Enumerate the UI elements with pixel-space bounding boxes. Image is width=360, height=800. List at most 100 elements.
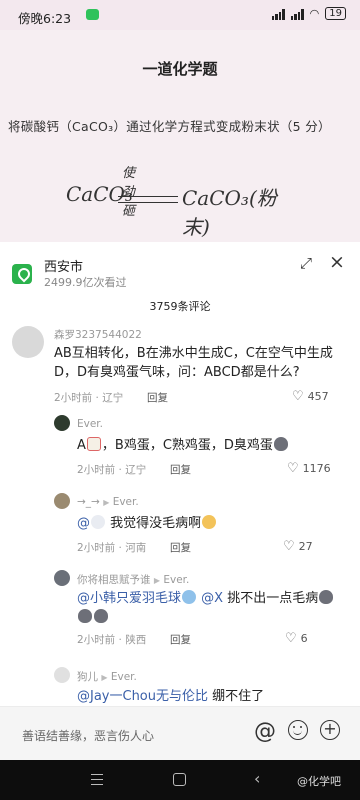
reply-button[interactable]: 回复 — [170, 540, 191, 555]
reply-text: @Jay一Chou无与伦比 绷不住了 — [77, 687, 347, 706]
reply-time: 2小时前 — [77, 634, 116, 646]
question-title: 一道化学题 — [142, 60, 218, 78]
comment-sheet: 西安市 2499.9亿次看过 ⤢ × 3759条评论 森罗3237544022 … — [0, 242, 360, 760]
location-views: 2499.9亿次看过 — [44, 276, 127, 289]
like-button[interactable]: ♡ 27 — [283, 539, 313, 554]
watermark: @化学吧 — [297, 775, 341, 788]
mention-link[interactable]: @Jay一Chou无与伦比 — [77, 689, 208, 704]
reply-username[interactable]: Ever. — [77, 418, 103, 430]
reply-region: 陕西 — [125, 634, 147, 646]
reply-button[interactable]: 回复 — [170, 632, 191, 647]
cat-emoji-icon — [78, 609, 92, 623]
recent-apps-icon[interactable] — [91, 774, 103, 785]
battery-level: 19 — [329, 8, 342, 19]
reply-meta: 2小时前 · 河南 — [77, 542, 147, 554]
like-button[interactable]: ♡ 6 — [285, 631, 308, 646]
reply-text-body: 绷不住了 — [208, 689, 265, 704]
like-count: 1176 — [302, 462, 331, 475]
comment-time: 2小时前 — [54, 392, 93, 404]
reply-to: Ever. — [112, 496, 139, 508]
status-time: 傍晚6:23 — [18, 11, 72, 26]
badminton-emoji-icon — [182, 590, 197, 604]
signal-icon-2 — [290, 8, 304, 20]
reply-username[interactable]: 狗儿 ▶ Ever. — [77, 669, 137, 684]
heart-icon: ♡ — [292, 389, 304, 404]
reply-arrow-icon: ▶ — [101, 673, 108, 682]
avatar[interactable] — [54, 415, 70, 431]
question-text: 将碳酸钙（CaCO₃）通过化学方程式变成粉末状（5 分） — [8, 119, 331, 134]
home-icon[interactable] — [173, 773, 186, 786]
battery-icon: 19 — [325, 7, 346, 20]
comment-input[interactable]: 善语结善缘，恶言伤人心 — [22, 727, 154, 744]
reply-text: @ 我觉得没毛病啊 — [77, 514, 347, 533]
wifi-icon: ◠ — [309, 7, 320, 20]
heart-icon: ♡ — [285, 631, 297, 646]
status-icons: ◠ 19 — [271, 7, 346, 20]
plus-icon[interactable]: + — [320, 720, 340, 740]
heart-icon: ♡ — [283, 539, 295, 554]
reply-meta: 2小时前 · 辽宁 — [77, 464, 147, 476]
mention-link[interactable]: @小韩只爱羽毛球 — [77, 591, 181, 606]
comment-text: AB互相转化，B在沸水中生成C，C在空气中生成D，D有臭鸡蛋气味，问：ABCD都… — [54, 346, 333, 380]
equation-right: CaCO₃(粉末) — [182, 186, 277, 239]
close-icon[interactable]: × — [329, 251, 345, 273]
like-count: 457 — [307, 390, 329, 403]
signal-icon — [271, 8, 285, 20]
reply-username[interactable]: →_→ ▶ Ever. — [77, 496, 139, 508]
avatar[interactable] — [54, 667, 70, 683]
like-button[interactable]: ♡ 1176 — [287, 461, 331, 476]
mention-at-icon[interactable]: @ — [254, 719, 276, 744]
reply-text-body: 我觉得没毛病啊 — [106, 516, 202, 531]
comment-input-bar: 善语结善缘，恶言伤人心 @ + — [0, 706, 360, 760]
back-icon[interactable]: ‹ — [254, 769, 260, 788]
reply-text: A ，B鸡蛋，C熟鸡蛋，D臭鸡蛋 — [77, 436, 347, 455]
mention-link[interactable]: @X — [201, 591, 223, 606]
reply-time: 2小时前 — [77, 542, 116, 554]
reply-text-a: A — [77, 438, 86, 453]
reply-button[interactable]: 回复 — [147, 390, 168, 405]
reply-button[interactable]: 回复 — [170, 462, 191, 477]
expand-icon[interactable]: ⤢ — [300, 254, 312, 272]
location-name[interactable]: 西安市 — [44, 256, 83, 275]
reply-time: 2小时前 — [77, 464, 116, 476]
screen: 傍晚6:23 ◠ 19 一道化学题 将碳酸钙（CaCO₃）通过化学方程式变成粉末… — [0, 0, 360, 800]
equation-equals-sign — [118, 196, 178, 203]
reply-text-body: 挑不出一点毛病 — [223, 591, 319, 606]
reply-from: 你将相思赋予谁 — [77, 574, 151, 586]
comment-region: 辽宁 — [102, 392, 124, 404]
like-button[interactable]: ♡ 457 — [292, 389, 329, 404]
video-area[interactable]: 一道化学题 将碳酸钙（CaCO₃）通过化学方程式变成粉末状（5 分） CaCO₃… — [0, 30, 360, 242]
comment-count: 3759条评论 — [149, 300, 211, 313]
comment-meta: 2小时前 · 辽宁 — [54, 392, 124, 404]
navigation-bar: ‹ @化学吧 — [0, 760, 360, 800]
reply-arrow-icon: ▶ — [103, 498, 110, 507]
reply-region: 河南 — [125, 542, 147, 554]
cat-emoji-icon — [273, 437, 288, 451]
emoji-icon[interactable] — [288, 720, 308, 740]
chicken-emoji-icon — [86, 437, 101, 451]
avatar[interactable] — [12, 326, 44, 358]
mention-link[interactable]: @ — [77, 516, 90, 531]
avatar[interactable] — [54, 493, 70, 509]
status-bar: 傍晚6:23 ◠ 19 — [0, 0, 360, 30]
reply-region: 辽宁 — [125, 464, 147, 476]
cat-emoji-icon — [94, 609, 108, 623]
reply-to: Ever. — [110, 671, 137, 683]
reply-from: →_→ — [77, 496, 100, 508]
avatar[interactable] — [54, 570, 70, 586]
equation-condition: 使劲砸 — [122, 166, 136, 219]
like-count: 6 — [300, 632, 308, 645]
crying-emoji-icon — [202, 515, 217, 529]
reply-text: @小韩只爱羽毛球 @X 挑不出一点毛病 — [77, 589, 347, 627]
reply-arrow-icon: ▶ — [153, 576, 160, 585]
like-count: 27 — [298, 540, 313, 553]
wechat-notification-icon — [86, 9, 99, 20]
reply-to: Ever. — [163, 574, 190, 586]
reply-text-b: ，B鸡蛋，C熟鸡蛋，D臭鸡蛋 — [101, 438, 273, 453]
location-pin-icon — [12, 264, 32, 284]
reply-meta: 2小时前 · 陕西 — [77, 634, 147, 646]
comment-username[interactable]: 森罗3237544022 — [54, 327, 142, 342]
cloud-emoji-icon — [91, 515, 105, 529]
reply-username[interactable]: 你将相思赋予谁 ▶ Ever. — [77, 572, 189, 587]
reply-from: 狗儿 — [77, 671, 98, 683]
